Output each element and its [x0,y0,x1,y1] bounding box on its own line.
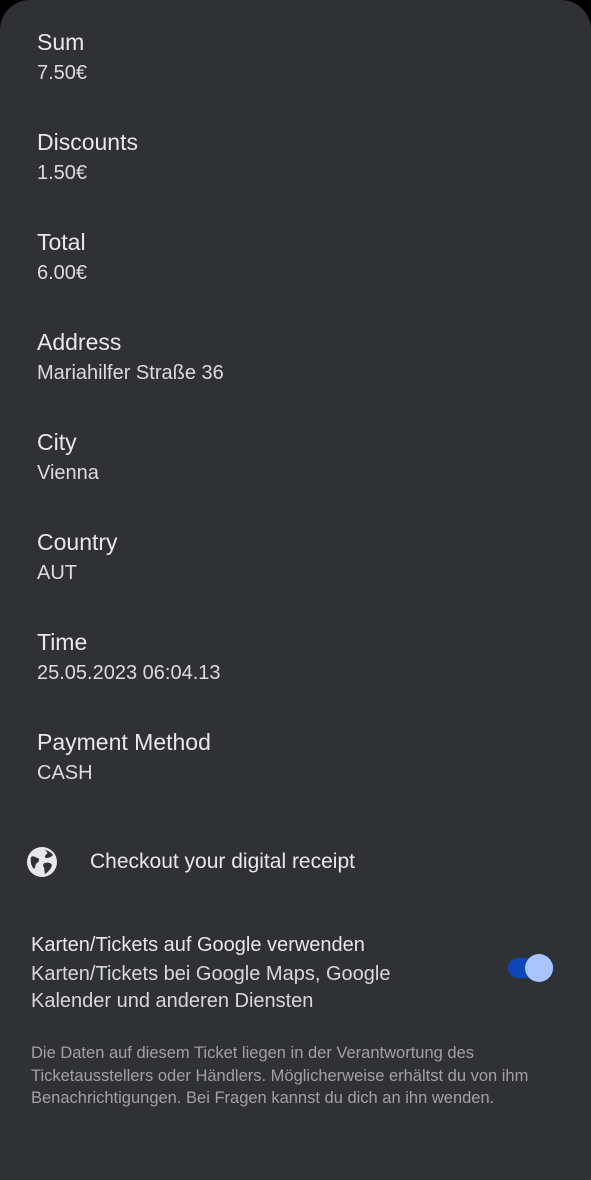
field-country-label: Country [37,529,118,555]
field-discounts: Discounts 1.50€ [37,128,557,186]
field-payment-method-label: Payment Method [37,729,211,755]
digital-receipt-label[interactable]: Checkout your digital receipt [90,849,355,875]
field-time-label: Time [37,629,88,655]
field-address-value: Mariahilfer Straße 36 [37,362,224,384]
field-address-label: Address [37,329,122,355]
field-country-value: AUT [37,562,77,584]
field-address: Address Mariahilfer Straße 36 [37,328,557,386]
field-sum-value: 7.50€ [37,62,88,84]
field-city: City Vienna [37,428,557,486]
globe-icon [26,846,58,878]
field-time-value: 25.05.2023 06:04.13 [37,662,221,684]
field-total: Total 6.00€ [37,228,557,286]
field-country: Country AUT [37,528,557,586]
disclaimer-text: Die Daten auf diesem Ticket liegen in de… [31,1044,529,1107]
google-usage-setting[interactable]: Karten/Tickets auf Google verwenden Kart… [0,926,591,1022]
field-city-value: Vienna [37,462,99,484]
field-discounts-label: Discounts [37,129,138,155]
field-sum-label: Sum [37,29,85,55]
google-usage-description: Karten/Tickets bei Google Maps, Google K… [31,963,391,1012]
field-total-value: 6.00€ [37,262,88,284]
field-payment-method: Payment Method CASH [37,728,557,786]
google-usage-toggle[interactable] [508,954,556,982]
field-total-label: Total [37,229,86,255]
field-sum: Sum 7.50€ [37,28,557,86]
field-payment-method-value: CASH [37,762,93,784]
google-usage-title: Karten/Tickets auf Google verwenden [31,934,365,956]
ticket-details-sheet: Sum 7.50€ Discounts 1.50€ Total 6.00€ Ad… [0,0,591,1180]
digital-receipt-link[interactable]: Checkout your digital receipt [0,832,591,892]
toggle-thumb [525,954,553,982]
field-city-label: City [37,429,77,455]
field-discounts-value: 1.50€ [37,162,88,184]
field-time: Time 25.05.2023 06:04.13 [37,628,557,686]
